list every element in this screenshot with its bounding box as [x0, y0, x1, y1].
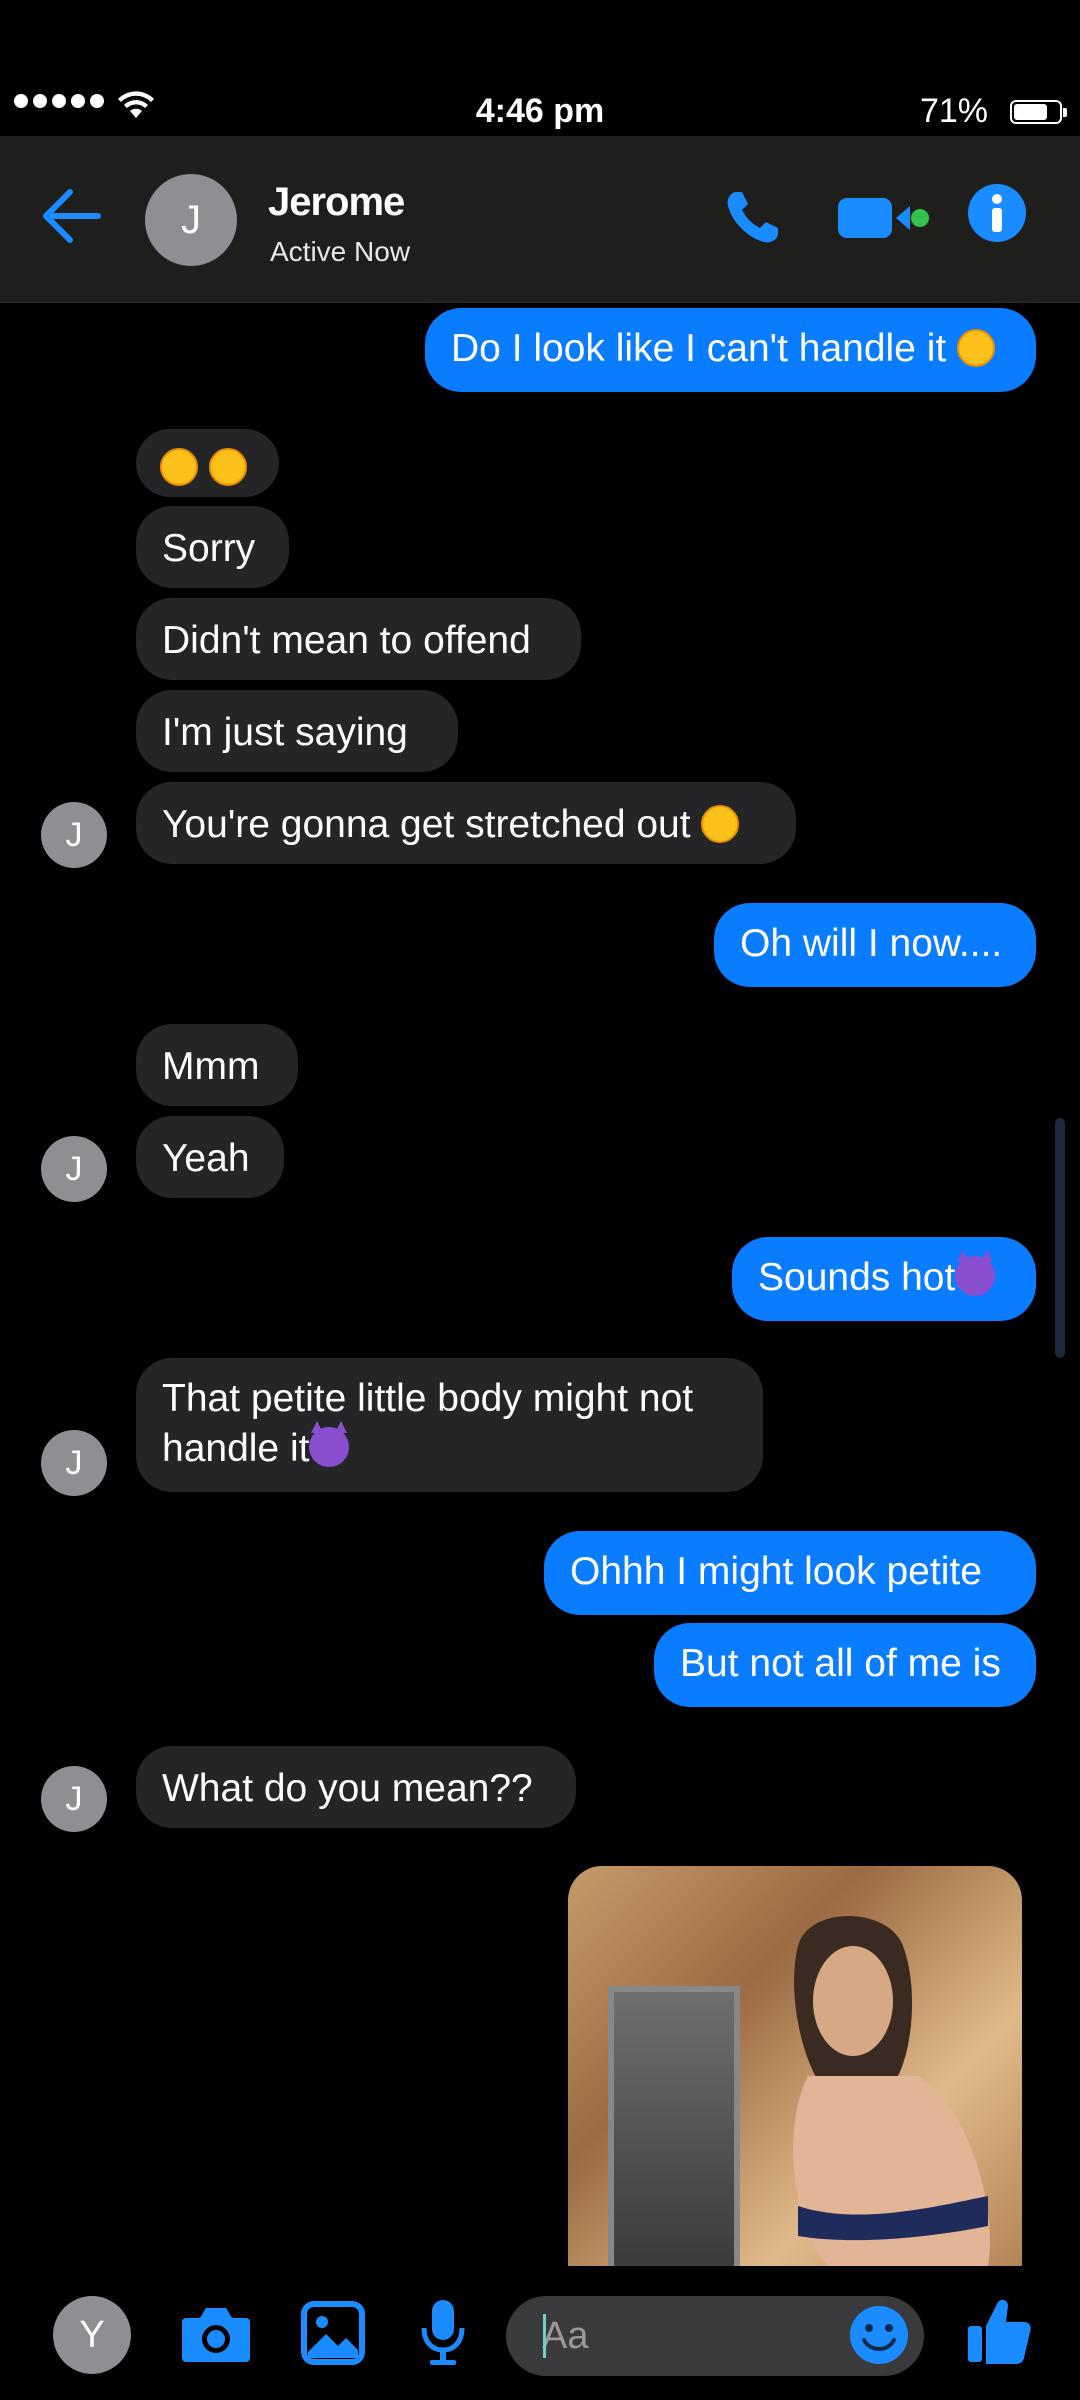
message-text: Yeah	[162, 1137, 250, 1180]
outgoing-message[interactable]: But not all of me is	[654, 1623, 1036, 1707]
contact-avatar-small[interactable]: J	[41, 1136, 107, 1202]
incoming-message[interactable]: Didn't mean to offend	[136, 598, 581, 680]
outgoing-message[interactable]: Ohhh I might look petite	[544, 1531, 1036, 1615]
unamused-face-emoji-icon	[957, 329, 996, 367]
outgoing-message[interactable]: Sounds hot	[732, 1237, 1036, 1321]
outgoing-message[interactable]: Do I look like I can't handle it	[425, 308, 1036, 392]
message-text-line-1: That petite little body might not	[162, 1377, 694, 1420]
message-text: But not all of me is	[680, 1642, 1001, 1685]
conversation-header: J Jerome Active Now	[0, 136, 1080, 303]
smiling-devil-emoji-icon	[955, 1250, 996, 1296]
battery-icon	[1010, 100, 1067, 124]
message-text: Sorry	[162, 527, 256, 570]
status-time: 4:46 pm	[475, 92, 605, 130]
rolling-laughing-emoji-icon	[208, 448, 247, 486]
message-text: Do I look like I can't handle it	[451, 327, 947, 370]
message-text: Ohhh I might look petite	[570, 1550, 982, 1593]
message-text: I'm just saying	[162, 711, 408, 754]
video-call-icon[interactable]	[838, 196, 930, 245]
incoming-message[interactable]: Sorry	[136, 506, 289, 588]
contact-avatar-small[interactable]: J	[41, 1430, 107, 1496]
incoming-message[interactable]: Mmm	[136, 1024, 298, 1106]
incoming-message[interactable]: Yeah	[136, 1116, 284, 1198]
message-text: You're gonna get stretched out	[162, 803, 691, 846]
message-text: What do you mean??	[162, 1767, 533, 1810]
smiling-devil-emoji-icon	[309, 1421, 350, 1467]
winking-face-emoji-icon	[701, 805, 740, 843]
active-status: Active Now	[270, 236, 411, 267]
incoming-message[interactable]: I'm just saying	[136, 690, 458, 772]
battery-percent: 71%	[919, 92, 988, 130]
scrollbar[interactable]	[1055, 1118, 1065, 1358]
incoming-message[interactable]: That petite little body might not handle…	[136, 1358, 763, 1492]
incoming-message[interactable]: You're gonna get stretched out	[136, 782, 796, 864]
message-composer: Y Aa	[0, 2278, 1080, 2400]
contact-avatar-small[interactable]: J	[41, 802, 107, 868]
incoming-message[interactable]: What do you mean??	[136, 1746, 576, 1828]
rolling-laughing-emoji-icon	[160, 448, 198, 486]
photo-attachment[interactable]	[568, 1866, 1022, 2266]
status-bar: 4:46 pm 71%	[0, 88, 1080, 136]
contact-name[interactable]: Jerome	[268, 180, 405, 225]
message-text: Sounds hot	[758, 1256, 956, 1299]
message-text-line-2: handle it	[162, 1427, 310, 1470]
message-text: Mmm	[162, 1045, 260, 1088]
phone-call-icon[interactable]	[722, 188, 782, 253]
contact-avatar-small[interactable]: J	[41, 1766, 107, 1832]
info-icon[interactable]	[966, 182, 1028, 249]
back-arrow-icon[interactable]	[40, 186, 102, 251]
contact-avatar[interactable]: J	[145, 174, 237, 266]
camera-icon[interactable]	[180, 2302, 252, 2371]
message-text: Didn't mean to offend	[162, 619, 531, 662]
my-avatar[interactable]: Y	[53, 2296, 131, 2374]
message-text: Oh will I now....	[740, 922, 1003, 965]
text-caret	[543, 2314, 546, 2358]
emoji-icon[interactable]	[848, 2304, 910, 2371]
incoming-message[interactable]	[136, 429, 279, 497]
microphone-icon[interactable]	[420, 2298, 466, 2375]
outgoing-message[interactable]: Oh will I now....	[714, 903, 1036, 987]
gallery-icon[interactable]	[300, 2300, 366, 2371]
thumbs-up-icon[interactable]	[966, 2296, 1032, 2371]
